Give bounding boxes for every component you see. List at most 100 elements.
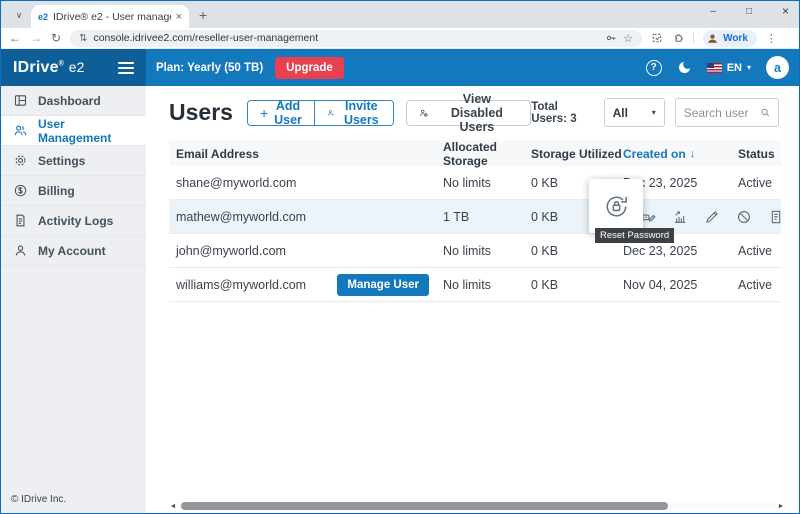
users-icon	[13, 123, 28, 138]
hamburger-menu-icon[interactable]	[118, 62, 134, 74]
bookmark-star-icon[interactable]: ☆	[623, 32, 633, 45]
scrollbar-thumb[interactable]	[181, 502, 668, 510]
main-content: Users + Add User Invite Users View Disab…	[146, 86, 799, 513]
copyright-footer: © IDrive Inc.	[11, 494, 66, 505]
sidebar-item-user-management[interactable]: User Management	[1, 116, 146, 146]
upgrade-button[interactable]: Upgrade	[275, 57, 344, 79]
profile-label: Work	[723, 33, 748, 44]
idrive-e2-logo: IDrive® e2	[13, 59, 85, 77]
user-email: john@myworld.com	[169, 244, 443, 258]
app-header: IDrive® e2 Plan: Yearly (50 TB) Upgrade …	[1, 49, 799, 86]
col-created-on-sort[interactable]: Created on ↓	[623, 147, 738, 161]
language-label: EN	[727, 62, 742, 74]
browser-toolbar: ← → ↻ ⇅ console.idrivee2.com/reseller-us…	[1, 28, 799, 49]
sort-desc-icon: ↓	[690, 148, 696, 160]
browser-tab[interactable]: e2 IDrive® e2 - User management ×	[31, 5, 189, 28]
usage-stats-icon[interactable]	[672, 209, 688, 225]
horizontal-scrollbar: ◄ ►	[169, 501, 785, 511]
dropdown-caret-icon: ▾	[652, 108, 656, 117]
extensions-puzzle-icon[interactable]	[672, 32, 684, 44]
new-tab-button[interactable]: +	[199, 7, 207, 23]
invite-users-label: Invite Users	[341, 100, 382, 126]
url-text[interactable]: console.idrivee2.com/reseller-user-manag…	[93, 32, 599, 44]
document-icon	[13, 213, 28, 228]
logo-area: IDrive® e2	[1, 49, 146, 86]
col-storage-utilized: Storage Utilized	[531, 147, 623, 161]
back-icon[interactable]: ←	[9, 32, 21, 44]
window-controls: – □ ×	[710, 4, 789, 18]
disable-user-icon[interactable]	[736, 209, 752, 225]
sidebar-item-billing[interactable]: Billing	[1, 176, 146, 206]
status-value: Active	[738, 278, 781, 292]
maximize-icon[interactable]: □	[746, 6, 752, 17]
users-table: Email Address Allocated Storage Storage …	[169, 140, 781, 302]
dark-mode-moon-icon[interactable]	[677, 60, 692, 75]
storage-utilized-value: 0 KB	[531, 278, 623, 292]
scroll-left-arrow-icon[interactable]: ◄	[169, 503, 177, 510]
reset-password-button[interactable]	[589, 179, 643, 233]
row-actions	[623, 208, 781, 225]
total-users-count: Total Users: 3	[531, 101, 593, 125]
filter-selected-value: All	[613, 106, 628, 120]
invite-users-button[interactable]: Invite Users	[314, 101, 394, 125]
col-allocated-storage: Allocated Storage	[443, 140, 531, 168]
person-icon	[13, 243, 28, 258]
minimize-icon[interactable]: –	[710, 6, 716, 17]
toolbar-divider	[693, 32, 694, 44]
reset-password-icon	[603, 193, 630, 220]
password-key-icon[interactable]	[605, 32, 617, 44]
table-row-hovered[interactable]: mathew@myworld.com 1 TB 0 KB	[169, 200, 781, 234]
table-row[interactable]: shane@myworld.com No limits 0 KB Dec 23,…	[169, 166, 781, 200]
plus-icon: +	[260, 105, 268, 121]
tab-close-icon[interactable]: ×	[176, 11, 182, 23]
scroll-right-arrow-icon[interactable]: ►	[777, 503, 785, 510]
extension-icon[interactable]	[651, 32, 663, 44]
header-right: ? EN ▾ a	[646, 56, 799, 79]
account-avatar[interactable]: a	[766, 56, 789, 79]
user-email-cell: williams@myworld.com Manage User	[169, 274, 443, 296]
profile-chip[interactable]: Work	[703, 30, 757, 47]
help-icon[interactable]: ?	[646, 60, 662, 76]
scrollbar-track[interactable]	[179, 502, 775, 510]
sidebar-item-activity-logs[interactable]: Activity Logs	[1, 206, 146, 236]
sidebar-item-label: Dashboard	[38, 94, 101, 108]
user-email: williams@myworld.com	[176, 278, 306, 292]
language-caret-icon: ▾	[747, 63, 751, 72]
manage-user-button[interactable]: Manage User	[337, 274, 429, 296]
content-header: Users + Add User Invite Users View Disab…	[146, 86, 799, 127]
col-email-address: Email Address	[169, 147, 443, 161]
logs-icon[interactable]	[768, 209, 784, 225]
dollar-circle-icon	[13, 183, 28, 198]
browser-menu-icon[interactable]: ⋮	[766, 32, 777, 45]
created-on-value: Nov 04, 2025	[623, 278, 738, 292]
site-info-icon[interactable]: ⇅	[79, 33, 87, 44]
search-icon[interactable]	[760, 106, 771, 119]
sidebar-item-settings[interactable]: Settings	[1, 146, 146, 176]
reset-password-tooltip: Reset Password	[595, 228, 674, 243]
sidebar-item-dashboard[interactable]: Dashboard	[1, 86, 146, 116]
table-row[interactable]: john@myworld.com No limits 0 KB Dec 23, …	[169, 234, 781, 268]
sidebar-item-my-account[interactable]: My Account	[1, 236, 146, 266]
table-row[interactable]: williams@myworld.com Manage User No limi…	[169, 268, 781, 302]
close-window-icon[interactable]: ×	[782, 4, 789, 18]
storage-utilized-value: 0 KB	[531, 244, 623, 258]
user-filter-dropdown[interactable]: All ▾	[604, 98, 665, 127]
language-selector[interactable]: EN ▾	[707, 62, 751, 74]
edit-icon[interactable]	[704, 209, 720, 225]
reload-icon[interactable]: ↻	[51, 32, 61, 44]
sidebar-item-label: Activity Logs	[38, 214, 113, 228]
list-controls: Total Users: 3 All ▾	[531, 98, 779, 127]
tab-search-chevron-icon[interactable]: ∨	[9, 5, 29, 25]
view-disabled-users-button[interactable]: View Disabled Users	[406, 100, 531, 126]
created-on-label: Created on	[623, 147, 686, 161]
gear-icon	[13, 153, 28, 168]
tab-title: IDrive® e2 - User management	[53, 11, 171, 23]
address-bar[interactable]: ⇅ console.idrivee2.com/reseller-user-man…	[70, 30, 642, 47]
search-input[interactable]	[684, 106, 754, 120]
view-disabled-label: View Disabled Users	[436, 92, 519, 134]
add-user-button[interactable]: + Add User	[248, 101, 314, 125]
forward-icon[interactable]: →	[30, 32, 42, 44]
table-header-row: Email Address Allocated Storage Storage …	[169, 140, 781, 166]
profile-avatar-icon	[706, 32, 719, 45]
search-box	[675, 98, 779, 127]
